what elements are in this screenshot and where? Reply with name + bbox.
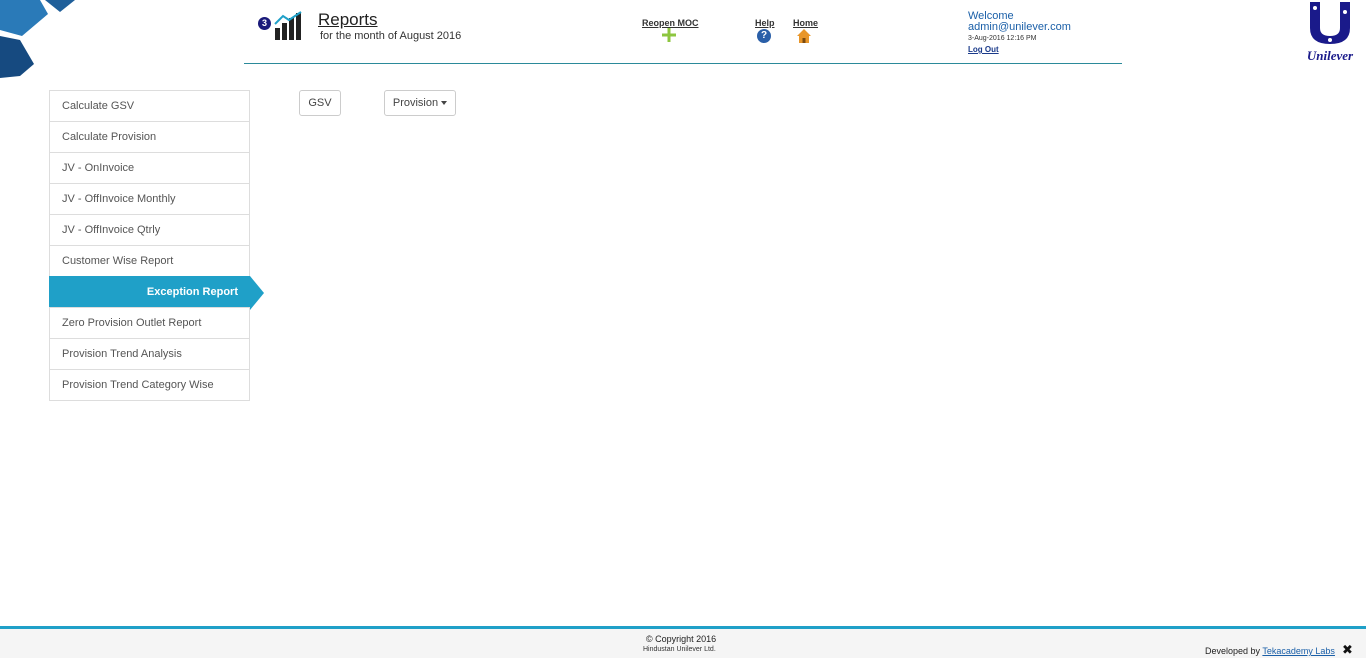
help-link[interactable]: Help (755, 18, 775, 28)
logout-link[interactable]: Log Out (968, 45, 999, 54)
page-subtitle: for the month of August 2016 (320, 30, 462, 42)
developer-link[interactable]: Tekacademy Labs (1262, 646, 1335, 656)
sidebar-item-calculate-gsv[interactable]: Calculate GSV (49, 90, 250, 122)
sidebar-item-calculate-provision[interactable]: Calculate Provision (49, 121, 250, 153)
current-datetime: 3-Aug-2016 12:16 PM (968, 35, 1037, 42)
sidebar-item-zero-provision-outlet-report[interactable]: Zero Provision Outlet Report (49, 307, 250, 339)
unilever-logo: Unilever (1307, 2, 1354, 63)
reports-sidebar: Calculate GSV Calculate Provision JV - O… (49, 90, 264, 401)
sidebar-item-exception-report[interactable]: Exception Report (49, 276, 264, 310)
copyright-label: Copyright 2016 (655, 634, 717, 644)
sidebar-item-customer-wise-report[interactable]: Customer Wise Report (49, 245, 250, 277)
gsv-button[interactable]: GSV (299, 90, 341, 116)
sidebar-item-jv-offinvoice-monthly[interactable]: JV - OffInvoice Monthly (49, 183, 250, 215)
caret-down-icon (441, 101, 448, 106)
sidebar-item-jv-oninvoice[interactable]: JV - OnInvoice (49, 152, 250, 184)
page-title: Reports (318, 10, 378, 29)
page-footer: © Copyright 2016 Hindustan Unilever Ltd.… (0, 626, 1366, 658)
provision-button-label: Provision (392, 97, 439, 109)
sidebar-item-provision-trend-analysis[interactable]: Provision Trend Analysis (49, 338, 250, 370)
sidebar-item-provision-trend-category-wise[interactable]: Provision Trend Category Wise (49, 369, 250, 401)
company-name: Hindustan Unilever Ltd. (643, 646, 716, 653)
sidebar-item-jv-offinvoice-qtrly[interactable]: JV - OffInvoice Qtrly (49, 214, 250, 246)
svg-text:Unilever: Unilever (1307, 48, 1354, 63)
question-icon[interactable]: ? (757, 29, 771, 43)
plus-icon[interactable] (661, 27, 677, 43)
notification-badge[interactable]: 3 (258, 17, 271, 30)
home-icon[interactable] (796, 28, 812, 44)
close-icon[interactable]: ✖ (1342, 642, 1353, 658)
developer-credit: Developed by Tekacademy Labs (1205, 646, 1335, 656)
bar-chart-icon (274, 11, 302, 40)
user-email: admin@unilever.com (968, 21, 1071, 33)
corner-decoration (0, 0, 75, 78)
home-link[interactable]: Home (793, 18, 818, 28)
provision-dropdown-button[interactable]: Provision (384, 90, 456, 116)
copyright-text: © Copyright 2016 (646, 634, 717, 644)
developed-by-label: Developed by (1205, 646, 1261, 656)
